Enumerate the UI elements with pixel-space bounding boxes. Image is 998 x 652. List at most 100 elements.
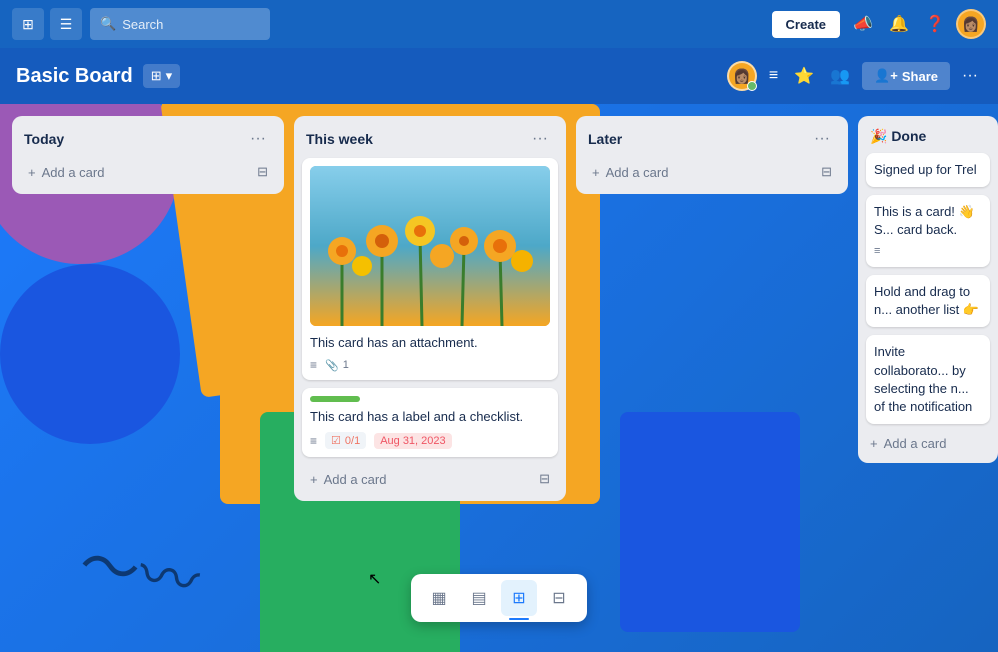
board-title: Basic Board [16, 65, 133, 88]
this-week-add-card-label: Add a card [324, 472, 387, 487]
description-icon: ≡ [310, 358, 317, 372]
card-label-text: This card has a label and a checklist. [310, 408, 550, 426]
megaphone-icon[interactable]: 📣 [848, 9, 878, 39]
due-date-badge: Aug 31, 2023 [374, 433, 451, 449]
later-add-card-button[interactable]: + Add a card ⊟ [584, 158, 840, 186]
due-date: Aug 31, 2023 [380, 435, 445, 447]
column-this-week-title: This week [306, 131, 373, 147]
attachment-badge: 📎 1 [325, 359, 349, 372]
done-add-card-label: Add a card [884, 436, 947, 451]
done-add-card-button[interactable]: + Add a card [866, 432, 990, 455]
column-this-week: This week ··· [294, 116, 566, 501]
share-label: Share [902, 69, 938, 84]
search-placeholder: Search [122, 17, 163, 32]
search-icon: 🔍 [100, 16, 116, 32]
board-view-label: ▾ [166, 68, 173, 84]
column-today-menu[interactable]: ··· [244, 128, 272, 150]
done-card-drag-text: Hold and drag to n... another list 👉 [874, 284, 979, 317]
plus-icon4: + [870, 436, 878, 451]
checklist-count: 0/1 [345, 435, 360, 447]
column-done-header: 🎉 Done [866, 124, 990, 153]
done-card-1[interactable]: Signed up for Trel [866, 153, 990, 187]
column-this-week-menu[interactable]: ··· [526, 128, 554, 150]
column-today-title: Today [24, 131, 64, 147]
grid-icon[interactable]: ⊞ [12, 8, 44, 40]
card-attachment-meta: ≡ 📎 1 [310, 358, 550, 372]
board-header: Basic Board ⊞ ▾ 👩🏽 ≡ ⭐ 👥 👤+ Share ··· [0, 48, 998, 104]
today-add-card-label: Add a card [42, 165, 105, 180]
nav-app-icons: ⊞ ☰ [12, 8, 82, 40]
calendar-view-button[interactable]: ▤ [461, 580, 497, 616]
columns-container: Today ··· + Add a card ⊟ This week ··· [12, 116, 998, 501]
card-image [310, 166, 550, 326]
done-card-invite-text: Invite collaborato... by selecting the n… [874, 344, 972, 414]
member-icon[interactable]: 👥 [826, 62, 854, 90]
share-icon: 👤+ [874, 68, 898, 84]
checklist-badge: ☑ 0/1 [325, 432, 366, 449]
column-done-title: 🎉 Done [870, 128, 926, 145]
board-area: 〜〰 Today ··· + Add a card ⊟ This week ··… [0, 104, 998, 652]
more-icon[interactable]: ··· [958, 63, 982, 89]
calendar-icon: ▤ [471, 588, 486, 608]
column-later-title: Later [588, 131, 622, 147]
user-avatar-board[interactable]: 👩🏽 [727, 61, 757, 91]
column-today: Today ··· + Add a card ⊟ [12, 116, 284, 194]
card-template-icon3: ⊟ [821, 164, 832, 180]
column-later-header: Later ··· [584, 124, 840, 158]
column-done: 🎉 Done Signed up for Trel This is a card… [858, 116, 998, 463]
plus-icon: + [28, 165, 36, 180]
later-add-card-label: Add a card [606, 165, 669, 180]
card-template-icon: ⊟ [257, 164, 268, 180]
user-avatar-nav[interactable]: 👩🏽 [956, 9, 986, 39]
card-image-content [310, 166, 550, 326]
column-later-menu[interactable]: ··· [808, 128, 836, 150]
table-icon: ▦ [431, 588, 446, 608]
plus-icon3: + [592, 165, 600, 180]
star-icon[interactable]: ⭐ [790, 62, 818, 90]
help-icon[interactable]: ❓ [920, 9, 950, 39]
done-card-invite[interactable]: Invite collaborato... by selecting the n… [866, 335, 990, 424]
column-later: Later ··· + Add a card ⊟ [576, 116, 848, 194]
done-card-2[interactable]: This is a card! 👋 S... card back. ≡ [866, 195, 990, 267]
grid-icon2: ⊟ [552, 588, 565, 608]
card-attachment[interactable]: This card has an attachment. ≡ 📎 1 [302, 158, 558, 380]
online-badge [747, 81, 757, 91]
squiggle-decoration: 〜〰 [73, 515, 206, 622]
card-label-meta: ≡ ☑ 0/1 Aug 31, 2023 [310, 432, 550, 449]
column-this-week-header: This week ··· [302, 124, 558, 158]
this-week-add-card-button[interactable]: + Add a card ⊟ [302, 465, 558, 493]
view-toolbar: ▦ ▤ ⊞ ⊟ [411, 574, 587, 622]
header-right: 👩🏽 ≡ ⭐ 👥 👤+ Share ··· [727, 61, 982, 91]
card-template-icon2: ⊟ [539, 471, 550, 487]
attachment-count: 1 [343, 359, 349, 371]
table-view-button[interactable]: ▦ [421, 580, 457, 616]
nav-right-icons: 📣 🔔 ❓ 👩🏽 [848, 9, 986, 39]
done-card-2-text: This is a card! 👋 S... card back. [874, 204, 975, 237]
board-view-toggle[interactable]: ⊞ ▾ [143, 64, 180, 88]
grid-view-button[interactable]: ⊟ [541, 580, 577, 616]
done-card-drag[interactable]: Hold and drag to n... another list 👉 [866, 275, 990, 327]
create-button[interactable]: Create [772, 11, 840, 38]
filter-icon[interactable]: ≡ [765, 63, 782, 89]
board-view-icon: ⊞ [151, 68, 162, 84]
bell-icon[interactable]: 🔔 [884, 9, 914, 39]
avatar-board-wrapper: 👩🏽 [727, 61, 757, 91]
board-icon: ⊞ [512, 588, 525, 608]
paperclip-icon: 📎 [325, 359, 339, 372]
done-card-1-text: Signed up for Trel [874, 162, 977, 177]
board-view-button[interactable]: ⊞ [501, 580, 537, 616]
search-bar[interactable]: 🔍 Search [90, 8, 270, 40]
done-card-2-meta: ≡ [874, 244, 982, 259]
checklist-icon: ☑ [331, 434, 341, 447]
sidebar-icon[interactable]: ☰ [50, 8, 82, 40]
card-label-checklist[interactable]: This card has a label and a checklist. ≡… [302, 388, 558, 457]
plus-icon2: + [310, 472, 318, 487]
card-attachment-text: This card has an attachment. [310, 334, 550, 352]
today-add-card-button[interactable]: + Add a card ⊟ [20, 158, 276, 186]
column-today-header: Today ··· [20, 124, 276, 158]
green-label [310, 396, 360, 402]
top-nav: ⊞ ☰ 🔍 Search Create 📣 🔔 ❓ 👩🏽 [0, 0, 998, 48]
done-card-2-icon: ≡ [874, 244, 880, 259]
share-button[interactable]: 👤+ Share [862, 62, 950, 90]
description-icon2: ≡ [310, 434, 317, 448]
